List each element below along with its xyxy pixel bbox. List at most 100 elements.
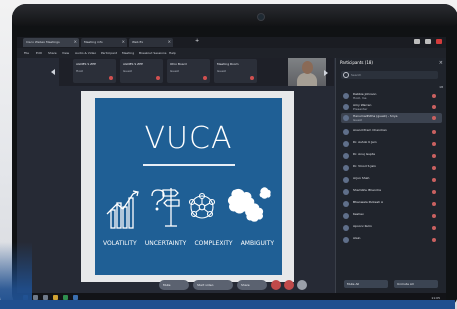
mic-muted-icon[interactable] [432,214,436,218]
reactions-button[interactable] [284,280,294,290]
mic-muted-icon[interactable] [432,154,436,158]
participant-tile[interactable]: Meeting Room Guest [214,59,257,83]
participant-role: Guest [353,118,362,122]
bezel-top [12,4,457,26]
avatar [343,165,349,171]
close-icon[interactable]: × [74,39,77,45]
list-item[interactable]: Amy Warren Presenter [341,102,442,112]
close-icon[interactable]: × [168,39,171,45]
participant-tile[interactable]: Ohio Board Guest [167,59,210,83]
new-tab-icon[interactable]: + [195,39,199,44]
tab-webex-2[interactable]: Web Ex × [129,38,173,47]
tile-name: AGNES S ZEE [76,62,97,66]
search-input[interactable]: Search [341,71,438,79]
participant-name: Shambhu Bhendra [353,188,381,192]
mic-muted-icon[interactable] [432,142,436,146]
mic-muted-icon[interactable] [432,178,436,182]
menu-meeting[interactable]: Meeting [122,50,134,56]
mic-muted-icon[interactable] [432,105,436,109]
tile-role: Guest [123,69,132,73]
panel-actions: Mute All Unmute All [344,280,439,288]
avatar [343,104,349,110]
panel-title: Participants (18) [340,60,373,65]
list-item[interactable]: Keshav [341,211,442,221]
list-item[interactable]: Alain [341,235,442,245]
menu-participant[interactable]: Participant [101,50,117,56]
close-window-icon[interactable] [436,39,442,44]
mic-muted-icon[interactable] [432,116,436,120]
mic-muted-icon[interactable] [432,226,436,230]
volatility-icon [106,190,139,229]
avatar [343,225,349,231]
word-complexity: COMPLEXITY [194,240,233,247]
uncertainty-icon [151,188,180,227]
menu-edit[interactable]: Edit [36,50,42,56]
record-button[interactable] [271,280,281,290]
participants-panel: Participants (18) × Search 18 Debbie Joh… [335,58,446,303]
mic-muted-icon[interactable] [432,202,436,206]
avatar [343,237,349,243]
slide-divider [143,164,235,166]
share-button[interactable]: Share [237,280,267,290]
tab-webex[interactable]: Cisco Webex Meetings × [23,38,79,47]
chevron-left-icon[interactable] [51,69,55,75]
speaker-video-tile[interactable] [288,58,326,86]
participant-name: Bhanwala Pulkesh A [353,200,384,204]
ambiguity-icon [227,187,271,222]
word-volatility: VOLATILITY [103,240,137,247]
webcam-icon [258,14,264,20]
participant-name: Apoorv Kulin [353,224,372,228]
mic-muted-icon[interactable] [432,130,436,134]
participant-tile[interactable]: AGNES S ZEE Guest [120,59,163,83]
list-item[interactable]: Dr. Vinod S Jain [341,163,442,173]
chevron-right-icon[interactable] [324,70,328,76]
vuca-icons [106,187,271,229]
list-item[interactable]: Arjun Shah [341,175,442,185]
list-item[interactable]: Anand Prem Chandran [341,127,442,137]
participant-role: Host, me [353,96,367,100]
maximize-icon[interactable] [425,39,431,44]
list-item[interactable]: Dr. Anuj Gupta [341,151,442,161]
list-item[interactable]: Bhanwala Pulkesh A [341,199,442,209]
tab-meeting-info[interactable]: Meeting info × [81,38,127,47]
list-item[interactable]: Apoorv Kulin [341,223,442,233]
tab-label: Cisco Webex Meetings [26,40,60,44]
list-item[interactable]: Shambhu Bhendra [341,187,442,197]
window-controls [414,39,442,45]
participant-count: 18 [439,85,443,89]
menu-share[interactable]: Share [48,50,57,56]
list-item[interactable]: Debbie Johnson Host, me [341,91,442,101]
menu-view[interactable]: View [62,50,69,56]
unmute-all-button[interactable]: Unmute All [394,280,438,288]
more-options-button[interactable] [297,280,307,290]
word-uncertainty: UNCERTAINTY [144,240,187,247]
meeting-controls: Mute Start video Share [159,280,315,290]
tab-label: Web Ex [132,40,144,44]
tile-role: Host [76,69,83,73]
close-icon[interactable]: × [439,59,443,67]
minimize-icon[interactable] [414,39,420,44]
speaker-head [302,61,313,74]
mic-muted-icon[interactable] [432,190,436,194]
close-icon[interactable]: × [122,39,125,45]
mic-muted-icon[interactable] [432,166,436,170]
mute-all-button[interactable]: Mute All [344,280,388,288]
menu-file[interactable]: File [24,50,29,56]
participant-tile[interactable]: AGNES S ZEE Host [73,59,116,83]
participant-name: Arjun Shah [353,176,370,180]
menu-audio-video[interactable]: Audio & Video [75,50,96,56]
menu-breakout[interactable]: Breakout Sessions [139,50,166,56]
list-item[interactable]: Dr. Ashok K Jain [341,139,442,149]
list-item-highlighted[interactable]: Hanumadhitha (guest) - Sriya Guest [341,113,442,123]
avatar [343,201,349,207]
mic-muted-icon[interactable] [432,238,436,242]
start-video-button[interactable]: Start video [193,280,233,290]
tile-name: Meeting Room [217,62,239,66]
mute-button[interactable]: Mute [159,280,189,290]
frame-edge [0,300,455,309]
avatar [343,153,349,159]
menu-help[interactable]: Help [169,50,176,56]
participant-name: Dr. Anuj Gupta [353,152,375,156]
mic-muted-icon[interactable] [432,94,436,98]
mic-muted-icon [250,76,254,80]
